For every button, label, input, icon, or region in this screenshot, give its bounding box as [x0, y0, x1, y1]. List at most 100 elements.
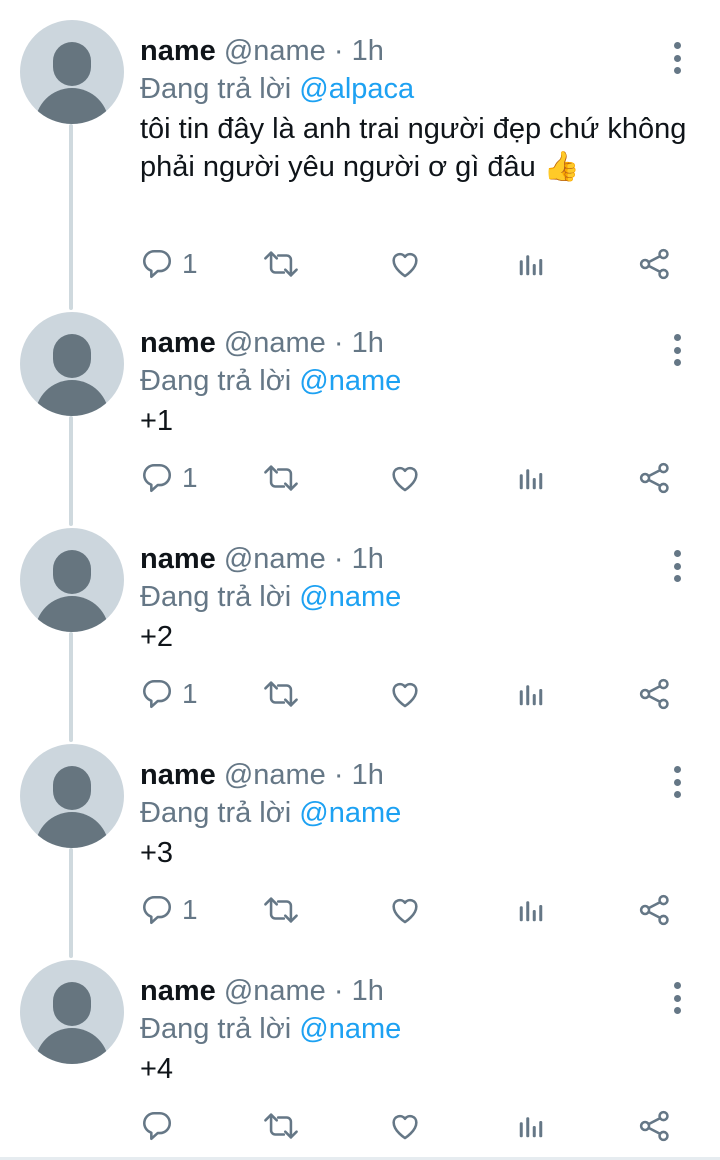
more-vertical-icon[interactable]: [662, 330, 692, 370]
share-icon: [638, 893, 672, 927]
replying-to-label: Đang trả lời: [140, 1013, 292, 1045]
reply-icon: [140, 247, 174, 281]
retweet-icon: [262, 461, 300, 495]
more-vertical-icon[interactable]: [662, 978, 692, 1018]
retweet-button[interactable]: [262, 244, 300, 284]
display-name[interactable]: name: [140, 543, 216, 575]
like-button[interactable]: [388, 244, 422, 284]
timestamp[interactable]: 1h: [352, 35, 384, 67]
reply-icon: [140, 461, 174, 495]
separator: ·: [333, 327, 344, 359]
user-handle[interactable]: @name: [224, 759, 326, 791]
tweet-header: name @name · 1h: [140, 32, 384, 70]
user-handle[interactable]: @name: [224, 543, 326, 575]
separator: ·: [333, 759, 344, 791]
reply-button[interactable]: 1: [140, 890, 198, 930]
display-name[interactable]: name: [140, 327, 216, 359]
tweet[interactable]: name @name · 1h Đang trả lời @name +4: [0, 958, 720, 1156]
tweet-text: +4: [140, 1053, 174, 1085]
mention-link[interactable]: @name: [299, 581, 401, 613]
share-button[interactable]: [638, 458, 672, 498]
reply-thread: name @name · 1h Đang trả lời @alpaca tôi…: [0, 0, 720, 1160]
reply-button[interactable]: 1: [140, 244, 198, 284]
reply-icon: [140, 893, 174, 927]
reply-button[interactable]: 1: [140, 674, 198, 714]
heart-icon: [388, 247, 422, 281]
tweet-text: +1: [140, 405, 174, 437]
avatar[interactable]: [20, 528, 124, 632]
tweet-actions: 1: [0, 674, 720, 714]
share-icon: [638, 461, 672, 495]
tweet-header: name @name · 1h: [140, 756, 384, 794]
retweet-button[interactable]: [262, 1106, 300, 1146]
like-button[interactable]: [388, 458, 422, 498]
replying-to-label: Đang trả lời: [140, 73, 292, 105]
reply-button[interactable]: 1: [140, 458, 198, 498]
retweet-icon: [262, 247, 300, 281]
display-name[interactable]: name: [140, 35, 216, 67]
replying-to: Đang trả lời @alpaca: [140, 70, 414, 108]
share-button[interactable]: [638, 890, 672, 930]
like-button[interactable]: [388, 1106, 422, 1146]
timestamp[interactable]: 1h: [352, 543, 384, 575]
analytics-icon: [516, 1111, 546, 1141]
more-vertical-icon[interactable]: [662, 762, 692, 802]
analytics-icon: [516, 463, 546, 493]
retweet-button[interactable]: [262, 674, 300, 714]
retweet-button[interactable]: [262, 458, 300, 498]
share-icon: [638, 247, 672, 281]
analytics-icon: [516, 249, 546, 279]
tweet[interactable]: name @name · 1h Đang trả lời @name +3 1: [0, 742, 720, 948]
replying-to: Đang trả lời @name: [140, 362, 401, 400]
display-name[interactable]: name: [140, 759, 216, 791]
share-button[interactable]: [638, 674, 672, 714]
replying-to: Đang trả lời @name: [140, 1010, 401, 1048]
user-handle[interactable]: @name: [224, 975, 326, 1007]
tweet-actions: [0, 1106, 720, 1146]
retweet-icon: [262, 677, 300, 711]
more-vertical-icon[interactable]: [662, 38, 692, 78]
analytics-button[interactable]: [516, 1106, 546, 1146]
display-name[interactable]: name: [140, 975, 216, 1007]
replying-to: Đang trả lời @name: [140, 794, 401, 832]
share-button[interactable]: [638, 244, 672, 284]
timestamp[interactable]: 1h: [352, 975, 384, 1007]
share-icon: [638, 677, 672, 711]
analytics-icon: [516, 679, 546, 709]
analytics-icon: [516, 895, 546, 925]
mention-link[interactable]: @name: [299, 1013, 401, 1045]
avatar[interactable]: [20, 20, 124, 124]
like-button[interactable]: [388, 674, 422, 714]
separator: ·: [333, 975, 344, 1007]
tweet[interactable]: name @name · 1h Đang trả lời @name +2 1: [0, 526, 720, 732]
tweet[interactable]: name @name · 1h Đang trả lời @name +1 1: [0, 310, 720, 516]
separator: ·: [333, 543, 344, 575]
like-button[interactable]: [388, 890, 422, 930]
tweet[interactable]: name @name · 1h Đang trả lời @alpaca tôi…: [0, 18, 720, 298]
analytics-button[interactable]: [516, 244, 546, 284]
user-handle[interactable]: @name: [224, 35, 326, 67]
avatar[interactable]: [20, 312, 124, 416]
replying-to-label: Đang trả lời: [140, 797, 292, 829]
tweet-actions: 1: [0, 458, 720, 498]
share-button[interactable]: [638, 1106, 672, 1146]
analytics-button[interactable]: [516, 458, 546, 498]
analytics-button[interactable]: [516, 674, 546, 714]
more-vertical-icon[interactable]: [662, 546, 692, 586]
analytics-button[interactable]: [516, 890, 546, 930]
heart-icon: [388, 461, 422, 495]
mention-link[interactable]: @name: [299, 797, 401, 829]
replying-to-label: Đang trả lời: [140, 581, 292, 613]
reply-button[interactable]: [140, 1106, 182, 1146]
timestamp[interactable]: 1h: [352, 759, 384, 791]
heart-icon: [388, 677, 422, 711]
mention-link[interactable]: @alpaca: [299, 73, 414, 105]
tweet-text: +3: [140, 837, 174, 869]
avatar[interactable]: [20, 960, 124, 1064]
user-handle[interactable]: @name: [224, 327, 326, 359]
avatar[interactable]: [20, 744, 124, 848]
retweet-button[interactable]: [262, 890, 300, 930]
share-icon: [638, 1109, 672, 1143]
timestamp[interactable]: 1h: [352, 327, 384, 359]
mention-link[interactable]: @name: [299, 365, 401, 397]
